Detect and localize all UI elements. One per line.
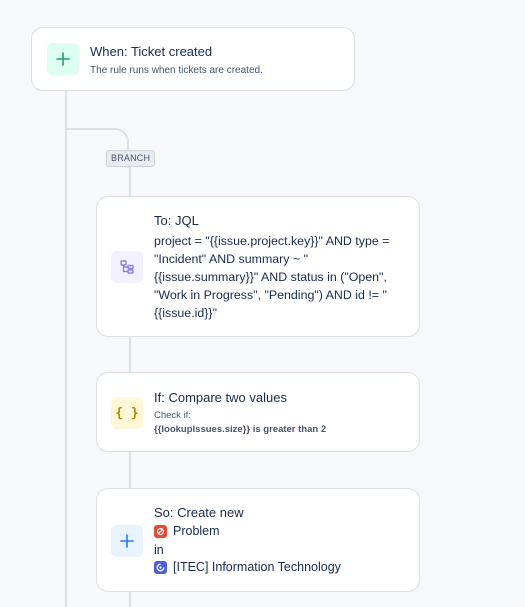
- action-title: So: Create new: [154, 505, 244, 520]
- trigger-description: The rule runs when tickets are created.: [90, 65, 263, 76]
- plus-icon: [111, 525, 143, 557]
- issue-type-row: Problem: [154, 524, 220, 538]
- trigger-title: When: Ticket created: [90, 44, 213, 59]
- in-label: in: [154, 543, 164, 557]
- project-label: [ITEC] Information Technology: [173, 560, 341, 574]
- project-avatar-icon: [154, 560, 167, 574]
- branch-label: BRANCH: [106, 150, 156, 167]
- branch-tree-icon: [111, 251, 143, 283]
- trigger-card[interactable]: When: Ticket created The rule runs when …: [31, 27, 355, 91]
- issue-type-label: Problem: [173, 524, 220, 538]
- curly-braces-icon: { }: [111, 397, 143, 429]
- condition-check-label: Check if:: [154, 410, 191, 421]
- jql-step-title: To: JQL: [154, 213, 199, 228]
- jql-query-text: project = "{{issue.project.key}}" AND ty…: [154, 234, 390, 320]
- project-row: [ITEC] Information Technology: [154, 560, 341, 574]
- plus-icon: [47, 43, 79, 75]
- condition-card[interactable]: { }: [96, 372, 420, 452]
- main-connector-line: [65, 91, 67, 607]
- condition-title: If: Compare two values: [154, 390, 287, 405]
- problem-issue-type-icon: [154, 524, 167, 538]
- action-card[interactable]: [96, 488, 420, 592]
- condition-expression: {{lookupIssues.size}} is greater than 2: [154, 424, 327, 435]
